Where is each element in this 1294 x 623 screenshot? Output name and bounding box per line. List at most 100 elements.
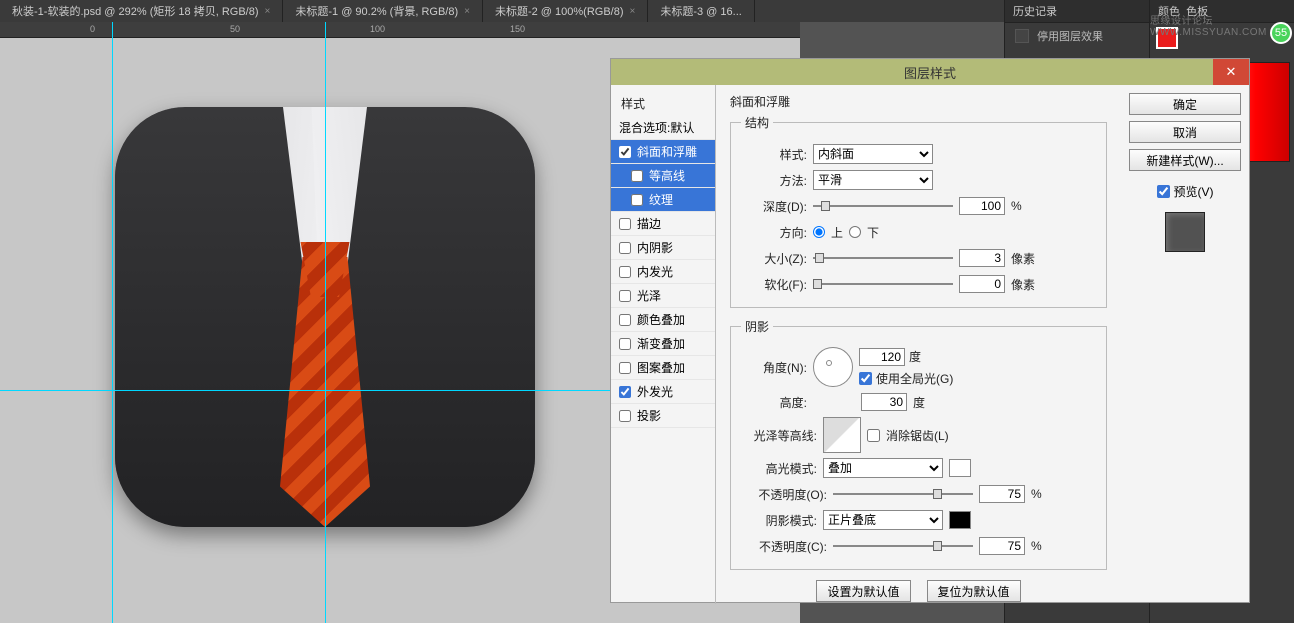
highlight-opacity-slider[interactable] — [833, 493, 973, 495]
style-checkbox[interactable] — [619, 314, 631, 326]
unit: % — [1031, 487, 1042, 501]
doc-tab-1[interactable]: 秋装-1-软装的.psd @ 292% (矩形 18 拷贝, RGB/8)× — [0, 0, 283, 22]
angle-input[interactable] — [859, 348, 905, 366]
structure-group: 结构 样式: 内斜面 方法: 平滑 深度(D): % 方向: 上 下 大小(Z)… — [730, 114, 1107, 308]
angle-dial[interactable] — [813, 347, 853, 387]
highlight-mode-label: 高光模式: — [741, 460, 817, 477]
style-label: 描边 — [637, 215, 661, 232]
preview-label: 预览(V) — [1174, 183, 1214, 200]
method-label: 方法: — [741, 172, 807, 189]
unit: % — [1031, 539, 1042, 553]
size-unit: 像素 — [1011, 250, 1035, 267]
depth-input[interactable] — [959, 197, 1005, 215]
style-label: 外发光 — [637, 383, 673, 400]
gloss-contour-label: 光泽等高线: — [741, 427, 817, 444]
style-checkbox[interactable] — [619, 146, 631, 158]
size-slider[interactable] — [813, 257, 953, 259]
highlight-color-swatch[interactable] — [949, 459, 971, 477]
cancel-button[interactable]: 取消 — [1129, 121, 1241, 143]
style-checkbox[interactable] — [619, 290, 631, 302]
shadow-opacity-input[interactable] — [979, 537, 1025, 555]
close-icon[interactable]: × — [464, 6, 470, 17]
style-checkbox[interactable] — [631, 170, 643, 182]
style-label: 图案叠加 — [637, 359, 685, 376]
dialog-titlebar[interactable]: 图层样式 ✕ — [611, 59, 1249, 85]
style-label: 纹理 — [649, 191, 673, 208]
style-row-8[interactable]: 渐变叠加 — [611, 332, 715, 356]
style-row-3[interactable]: 描边 — [611, 212, 715, 236]
blending-options-row[interactable]: 混合选项:默认 — [611, 116, 715, 140]
highlight-opacity-input[interactable] — [979, 485, 1025, 503]
style-checkbox[interactable] — [619, 266, 631, 278]
size-input[interactable] — [959, 249, 1005, 267]
style-row-6[interactable]: 光泽 — [611, 284, 715, 308]
shadow-mode-select[interactable]: 正片叠底 — [823, 510, 943, 530]
size-label: 大小(Z): — [741, 250, 807, 267]
reset-default-button[interactable]: 复位为默认值 — [927, 580, 1021, 602]
preview-checkbox[interactable] — [1157, 185, 1170, 198]
guide-vertical[interactable] — [325, 22, 326, 623]
technique-select[interactable]: 平滑 — [813, 170, 933, 190]
tab-label: 未标题-3 @ 16... — [660, 3, 741, 19]
guide-vertical[interactable] — [112, 22, 113, 623]
style-row-2[interactable]: 纹理 — [611, 188, 715, 212]
group-legend: 阴影 — [741, 318, 773, 335]
style-label: 内发光 — [637, 263, 673, 280]
style-checkbox[interactable] — [619, 410, 631, 422]
antialias-label: 消除锯齿(L) — [886, 427, 949, 444]
shadow-mode-label: 阴影模式: — [741, 512, 817, 529]
global-light-label: 使用全局光(G) — [876, 370, 953, 387]
style-row-4[interactable]: 内阴影 — [611, 236, 715, 260]
style-row-5[interactable]: 内发光 — [611, 260, 715, 284]
altitude-input[interactable] — [861, 393, 907, 411]
style-row-11[interactable]: 投影 — [611, 404, 715, 428]
make-default-button[interactable]: 设置为默认值 — [816, 580, 910, 602]
style-checkbox[interactable] — [619, 362, 631, 374]
style-row-7[interactable]: 颜色叠加 — [611, 308, 715, 332]
depth-unit: % — [1011, 199, 1022, 213]
ok-button[interactable]: 确定 — [1129, 93, 1241, 115]
soften-label: 软化(F): — [741, 276, 807, 293]
bevel-style-select[interactable]: 内斜面 — [813, 144, 933, 164]
depth-slider[interactable] — [813, 205, 953, 207]
close-button[interactable]: ✕ — [1213, 59, 1249, 85]
soften-input[interactable] — [959, 275, 1005, 293]
history-entry-icon — [1015, 29, 1029, 43]
shadow-opacity-label: 不透明度(C): — [741, 538, 827, 555]
dialog-title: 图层样式 — [904, 63, 956, 82]
styles-list: 样式 混合选项:默认 斜面和浮雕等高线纹理描边内阴影内发光光泽颜色叠加渐变叠加图… — [611, 85, 716, 604]
gloss-contour-picker[interactable] — [823, 417, 861, 453]
style-checkbox[interactable] — [619, 242, 631, 254]
doc-tab-3[interactable]: 未标题-2 @ 100%(RGB/8) × — [483, 0, 648, 22]
layer-style-dialog: 图层样式 ✕ 样式 混合选项:默认 斜面和浮雕等高线纹理描边内阴影内发光光泽颜色… — [610, 58, 1250, 603]
doc-tab-4[interactable]: 未标题-3 @ 16... — [648, 0, 754, 22]
antialias-checkbox[interactable] — [867, 429, 880, 442]
tab-label: 未标题-1 @ 90.2% (背景, RGB/8) — [295, 3, 458, 19]
history-entry[interactable]: 停用图层效果 — [1005, 23, 1149, 49]
highlight-mode-select[interactable]: 叠加 — [823, 458, 943, 478]
global-light-checkbox[interactable] — [859, 372, 872, 385]
soften-slider[interactable] — [813, 283, 953, 285]
style-label: 投影 — [637, 407, 661, 424]
tab-label: 未标题-2 @ 100%(RGB/8) — [495, 3, 624, 19]
doc-tab-2[interactable]: 未标题-1 @ 90.2% (背景, RGB/8) × — [283, 0, 483, 22]
close-icon[interactable]: × — [630, 6, 636, 17]
new-style-button[interactable]: 新建样式(W)... — [1129, 149, 1241, 171]
style-row-1[interactable]: 等高线 — [611, 164, 715, 188]
direction-up-radio[interactable] — [813, 226, 825, 238]
styles-header: 样式 — [611, 91, 715, 116]
history-panel-title[interactable]: 历史记录 — [1005, 0, 1149, 23]
style-checkbox[interactable] — [619, 386, 631, 398]
shadow-color-swatch[interactable] — [949, 511, 971, 529]
style-row-0[interactable]: 斜面和浮雕 — [611, 140, 715, 164]
angle-label: 角度(N): — [741, 359, 807, 376]
style-checkbox[interactable] — [619, 218, 631, 230]
direction-down-radio[interactable] — [849, 226, 861, 238]
style-row-10[interactable]: 外发光 — [611, 380, 715, 404]
shadow-opacity-slider[interactable] — [833, 545, 973, 547]
style-row-9[interactable]: 图案叠加 — [611, 356, 715, 380]
style-checkbox[interactable] — [619, 338, 631, 350]
style-checkbox[interactable] — [631, 194, 643, 206]
close-icon[interactable]: × — [265, 6, 271, 17]
watermark-text: 思缘设计论坛 WWW.MISSYUAN.COM — [1150, 12, 1288, 38]
